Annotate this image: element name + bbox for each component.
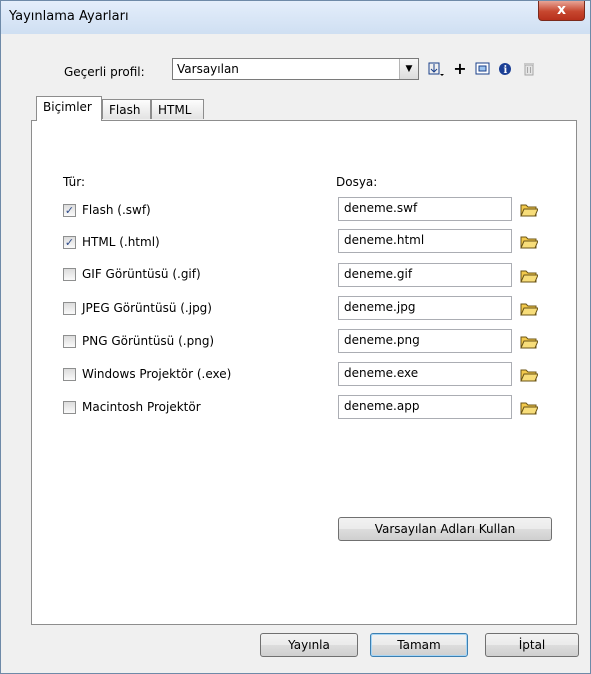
folder-icon[interactable] <box>520 367 538 383</box>
tab-html-label: HTML <box>158 103 192 117</box>
file-field-gif[interactable]: deneme.gif <box>338 263 512 287</box>
format-label-gif: GIF Görüntüsü (.gif) <box>82 267 201 281</box>
format-label-swf: Flash (.swf) <box>82 203 151 217</box>
file-column-header: Dosya: <box>336 175 378 189</box>
file-field-png[interactable]: deneme.png <box>338 329 512 353</box>
tab-flash-label: Flash <box>109 103 141 117</box>
profile-dropdown[interactable]: Varsayılan ▼ <box>172 58 419 80</box>
publish-settings-dialog: Yayınlama Ayarları x Geçerli profil: Var… <box>0 0 591 674</box>
format-label-html: HTML (.html) <box>82 235 160 249</box>
folder-icon[interactable] <box>520 400 538 416</box>
tab-html[interactable]: HTML <box>151 99 204 119</box>
file-field-swf[interactable]: deneme.swf <box>338 197 512 221</box>
ok-button[interactable]: Tamam <box>370 633 468 657</box>
checkbox-exe[interactable] <box>63 368 76 381</box>
checkbox-png[interactable] <box>63 335 76 348</box>
folder-icon[interactable] <box>520 234 538 250</box>
checkbox-gif[interactable] <box>63 268 76 281</box>
use-default-names-button[interactable]: Varsayılan Adları Kullan <box>338 517 552 541</box>
import-export-icon[interactable] <box>425 60 445 78</box>
folder-icon[interactable] <box>520 202 538 218</box>
format-label-jpg: JPEG Görüntüsü (.jpg) <box>82 301 212 315</box>
format-label-png: PNG Görüntüsü (.png) <box>82 334 215 348</box>
tab-flash[interactable]: Flash <box>102 99 151 119</box>
tab-formats-label: Biçimler <box>43 100 92 114</box>
cancel-button[interactable]: İptal <box>485 633 579 657</box>
checkbox-app[interactable] <box>63 401 76 414</box>
folder-icon[interactable] <box>520 301 538 317</box>
profile-properties-icon[interactable]: i <box>495 60 515 78</box>
delete-profile-icon <box>519 60 539 78</box>
file-field-app[interactable]: deneme.app <box>338 395 512 419</box>
window-title: Yayınlama Ayarları <box>9 9 129 24</box>
close-icon: x <box>556 2 567 18</box>
title-bar[interactable]: Yayınlama Ayarları x <box>1 1 590 34</box>
formats-panel: Tür: Dosya: ✓ Flash (.swf) ✓ HTML (.html… <box>31 120 577 625</box>
file-field-jpg[interactable]: deneme.jpg <box>338 296 512 320</box>
format-label-exe: Windows Projektör (.exe) <box>82 367 232 381</box>
publish-button[interactable]: Yayınla <box>260 633 358 657</box>
profile-value: Varsayılan <box>177 62 239 76</box>
folder-icon[interactable] <box>520 334 538 350</box>
duplicate-profile-icon[interactable] <box>473 60 493 78</box>
file-field-exe[interactable]: deneme.exe <box>338 362 512 386</box>
add-profile-icon[interactable]: + <box>450 60 470 78</box>
svg-text:i: i <box>504 65 508 76</box>
close-button[interactable]: x <box>538 1 585 21</box>
folder-icon[interactable] <box>520 268 538 284</box>
checkbox-swf[interactable]: ✓ <box>63 204 76 217</box>
type-column-header: Tür: <box>63 175 86 189</box>
checkbox-html[interactable]: ✓ <box>63 236 76 249</box>
chevron-down-icon[interactable]: ▼ <box>399 59 418 79</box>
format-label-app: Macintosh Projektör <box>82 400 201 414</box>
checkbox-jpg[interactable] <box>63 302 76 315</box>
profile-label: Geçerli profil: <box>64 65 145 79</box>
tab-formats[interactable]: Biçimler <box>36 96 102 121</box>
file-field-html[interactable]: deneme.html <box>338 229 512 253</box>
dialog-content: Geçerli profil: Varsayılan ▼ + i Biçimle… <box>9 34 584 669</box>
